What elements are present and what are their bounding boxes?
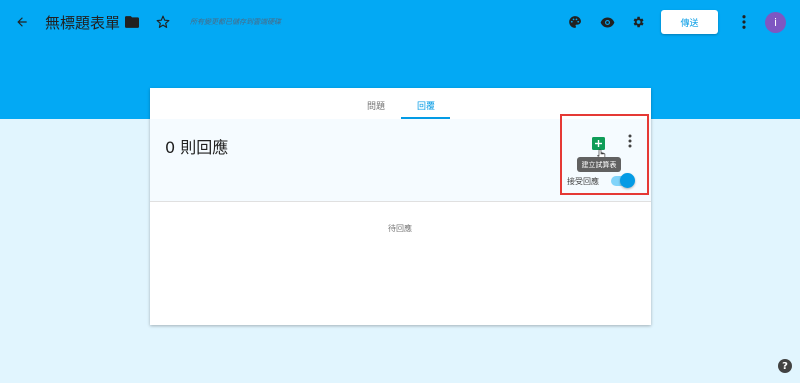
highlight-box (560, 114, 649, 195)
tab-responses[interactable]: 回覆 (417, 99, 435, 112)
saved-status: 所有變更都已儲存到雲端硬碟 (190, 18, 281, 26)
send-button[interactable]: 傳送 (661, 10, 718, 34)
more-vert-icon[interactable] (736, 14, 752, 30)
tab-questions[interactable]: 問題 (367, 99, 385, 112)
avatar[interactable]: i (765, 12, 786, 33)
back-arrow-icon[interactable] (14, 14, 30, 30)
gear-icon[interactable] (630, 14, 646, 30)
palette-icon[interactable] (567, 14, 583, 30)
form-title[interactable]: 無標題表單 (45, 12, 120, 33)
help-icon[interactable]: ? (778, 359, 792, 373)
folder-icon[interactable] (124, 14, 140, 30)
eye-icon[interactable] (599, 14, 615, 30)
empty-state-text: 待回應 (388, 224, 412, 233)
star-icon[interactable] (155, 14, 171, 30)
response-count: 0 則回應 (165, 138, 229, 157)
